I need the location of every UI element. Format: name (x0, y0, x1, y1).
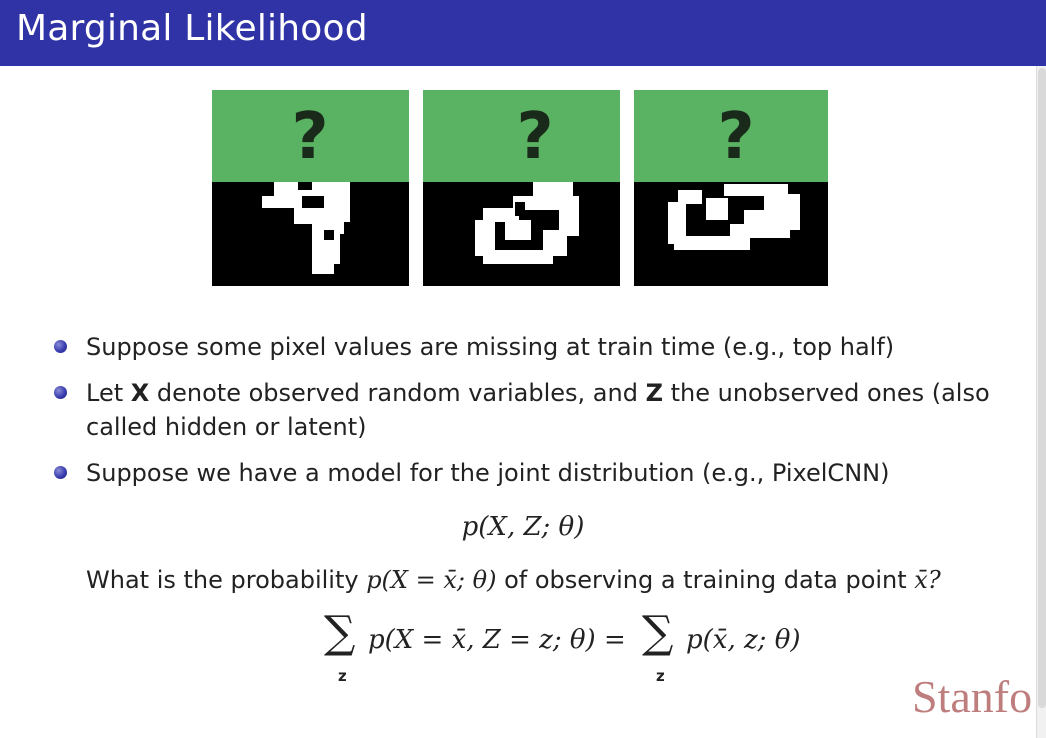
slide-title: Marginal Likelihood (16, 8, 368, 49)
bullet-text: Suppose some pixel values are missing at… (86, 333, 895, 361)
bullet-item: Let X denote observed random variables, … (54, 376, 1024, 444)
digit-image-2: ? (423, 90, 620, 286)
question-mark: ? (717, 100, 754, 174)
marginal-equation: ∑ z p(X = x̄, Z = z; θ) = ∑ z p(x̄, z; θ… (320, 607, 820, 695)
title-bar: Marginal Likelihood (0, 0, 1046, 66)
bullet-list: Suppose some pixel values are missing at… (54, 330, 1024, 502)
bullet-item: Suppose we have a model for the joint di… (54, 456, 1024, 490)
digit-image-3: ? (634, 90, 828, 286)
stanford-logo: Stanfo (912, 671, 1033, 722)
marginal-right: p(x̄, z; θ) (686, 625, 801, 655)
joint-equation: p(X, Z; θ) (461, 512, 585, 542)
var-x: X (130, 379, 150, 407)
question-mark: ? (516, 100, 553, 174)
question-mark: ? (291, 100, 328, 174)
sum-subscript: z (656, 667, 665, 685)
scrollbar-thumb[interactable] (1038, 68, 1046, 708)
bullet-text: Suppose we have a model for the joint di… (86, 459, 890, 487)
question-text: What is the probability p(X = x̄; θ) of … (86, 566, 941, 594)
bullet-icon (54, 340, 67, 353)
sum-symbol: ∑ (642, 607, 674, 658)
bullet-icon (54, 466, 67, 479)
sum-subscript: z (338, 667, 347, 685)
bullet-item: Suppose some pixel values are missing at… (54, 330, 1024, 364)
bullet-text-pre: Let (86, 379, 131, 407)
sum-symbol: ∑ (324, 607, 356, 658)
var-z: Z (645, 379, 663, 407)
bullet-text-mid: denote observed random variables, and (149, 379, 646, 407)
scrollbar[interactable] (1036, 66, 1046, 738)
marginal-left: p(X = x̄, Z = z; θ) = (368, 625, 626, 655)
digit-image-1: ? (212, 90, 409, 286)
bullet-icon (54, 386, 67, 399)
